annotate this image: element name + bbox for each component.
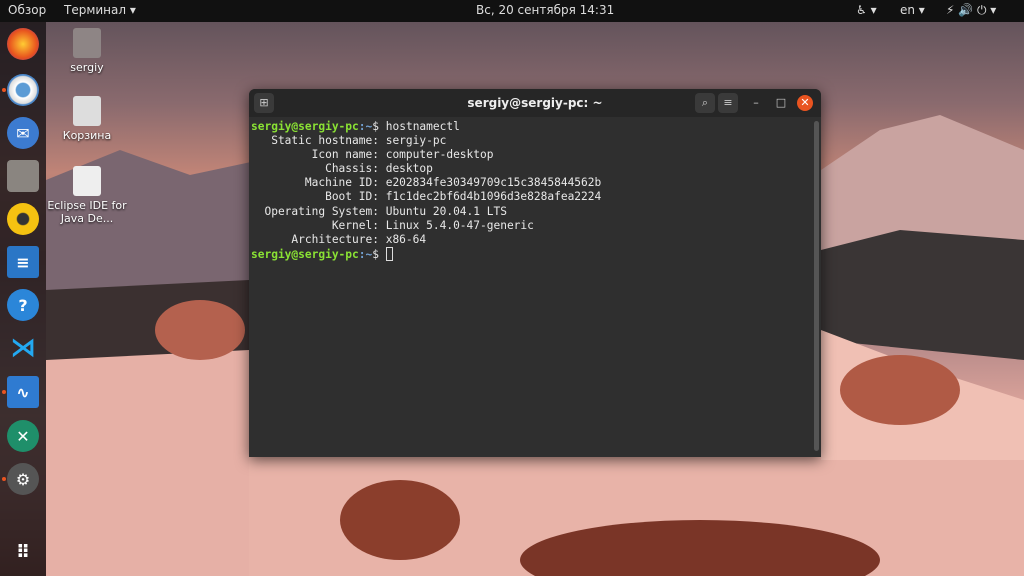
desktop-icon-trash[interactable]: Корзина bbox=[47, 96, 127, 142]
libreoffice-writer-icon[interactable]: ≡ bbox=[7, 246, 39, 278]
trash-icon bbox=[73, 96, 101, 126]
search-icon[interactable]: ⌕ bbox=[695, 93, 715, 113]
files-icon[interactable] bbox=[7, 160, 39, 192]
minimize-icon[interactable]: – bbox=[746, 93, 766, 113]
terminal-output[interactable]: sergiy@sergiy-pc:~$ hostnamectl Static h… bbox=[249, 117, 821, 262]
desktop-icon-eclipse[interactable]: Eclipse IDE for Java De... bbox=[47, 166, 127, 225]
cursor bbox=[385, 246, 393, 261]
rhythmbox-icon[interactable] bbox=[7, 203, 39, 235]
thunderbird-icon[interactable]: ✉ bbox=[7, 117, 39, 149]
home-folder-icon bbox=[73, 28, 101, 58]
dock: ✉ ≡ ? ⋊ ∿ ✕ ⚙ ⠿ bbox=[0, 22, 46, 576]
system-monitor-icon[interactable]: ∿ bbox=[7, 376, 39, 408]
top-bar: Обзор Терминал ▾ Вс, 20 сентября 14:31 ♿… bbox=[0, 0, 1024, 22]
command: hostnamectl bbox=[385, 120, 460, 133]
firefox-icon[interactable] bbox=[7, 28, 39, 60]
window-title: sergiy@sergiy-pc: ~ bbox=[467, 96, 603, 110]
menu-icon[interactable]: ≡ bbox=[718, 93, 738, 113]
synaptic-icon[interactable]: ✕ bbox=[7, 420, 39, 452]
show-apps-icon[interactable]: ⠿ bbox=[7, 536, 39, 568]
terminal-titlebar[interactable]: ⊞ sergiy@sergiy-pc: ~ ⌕ ≡ – □ ✕ bbox=[249, 89, 821, 117]
clock[interactable]: Вс, 20 сентября 14:31 bbox=[476, 3, 614, 17]
terminal-window[interactable]: ⊞ sergiy@sergiy-pc: ~ ⌕ ≡ – □ ✕ sergiy@s… bbox=[249, 89, 821, 457]
language-menu[interactable]: en ▾ bbox=[900, 3, 925, 17]
settings-icon[interactable]: ⚙ bbox=[7, 463, 39, 495]
app-menu-terminal[interactable]: Терминал ▾ bbox=[64, 3, 136, 17]
vscode-icon[interactable]: ⋊ bbox=[7, 332, 39, 364]
chromium-icon[interactable] bbox=[7, 74, 39, 106]
scrollbar[interactable] bbox=[814, 121, 819, 451]
activities-button[interactable]: Обзор bbox=[8, 3, 46, 17]
close-icon[interactable]: ✕ bbox=[797, 95, 813, 111]
eclipse-file-icon bbox=[73, 166, 101, 196]
new-tab-icon[interactable]: ⊞ bbox=[254, 93, 274, 113]
desktop-icon-home[interactable]: sergiy bbox=[47, 28, 127, 74]
maximize-icon[interactable]: □ bbox=[771, 93, 791, 113]
accessibility-menu[interactable]: ♿ ▾ bbox=[856, 3, 877, 17]
help-icon[interactable]: ? bbox=[7, 289, 39, 321]
system-menu[interactable]: ⚡ 🔊 ⏻ ▾ bbox=[946, 3, 996, 18]
